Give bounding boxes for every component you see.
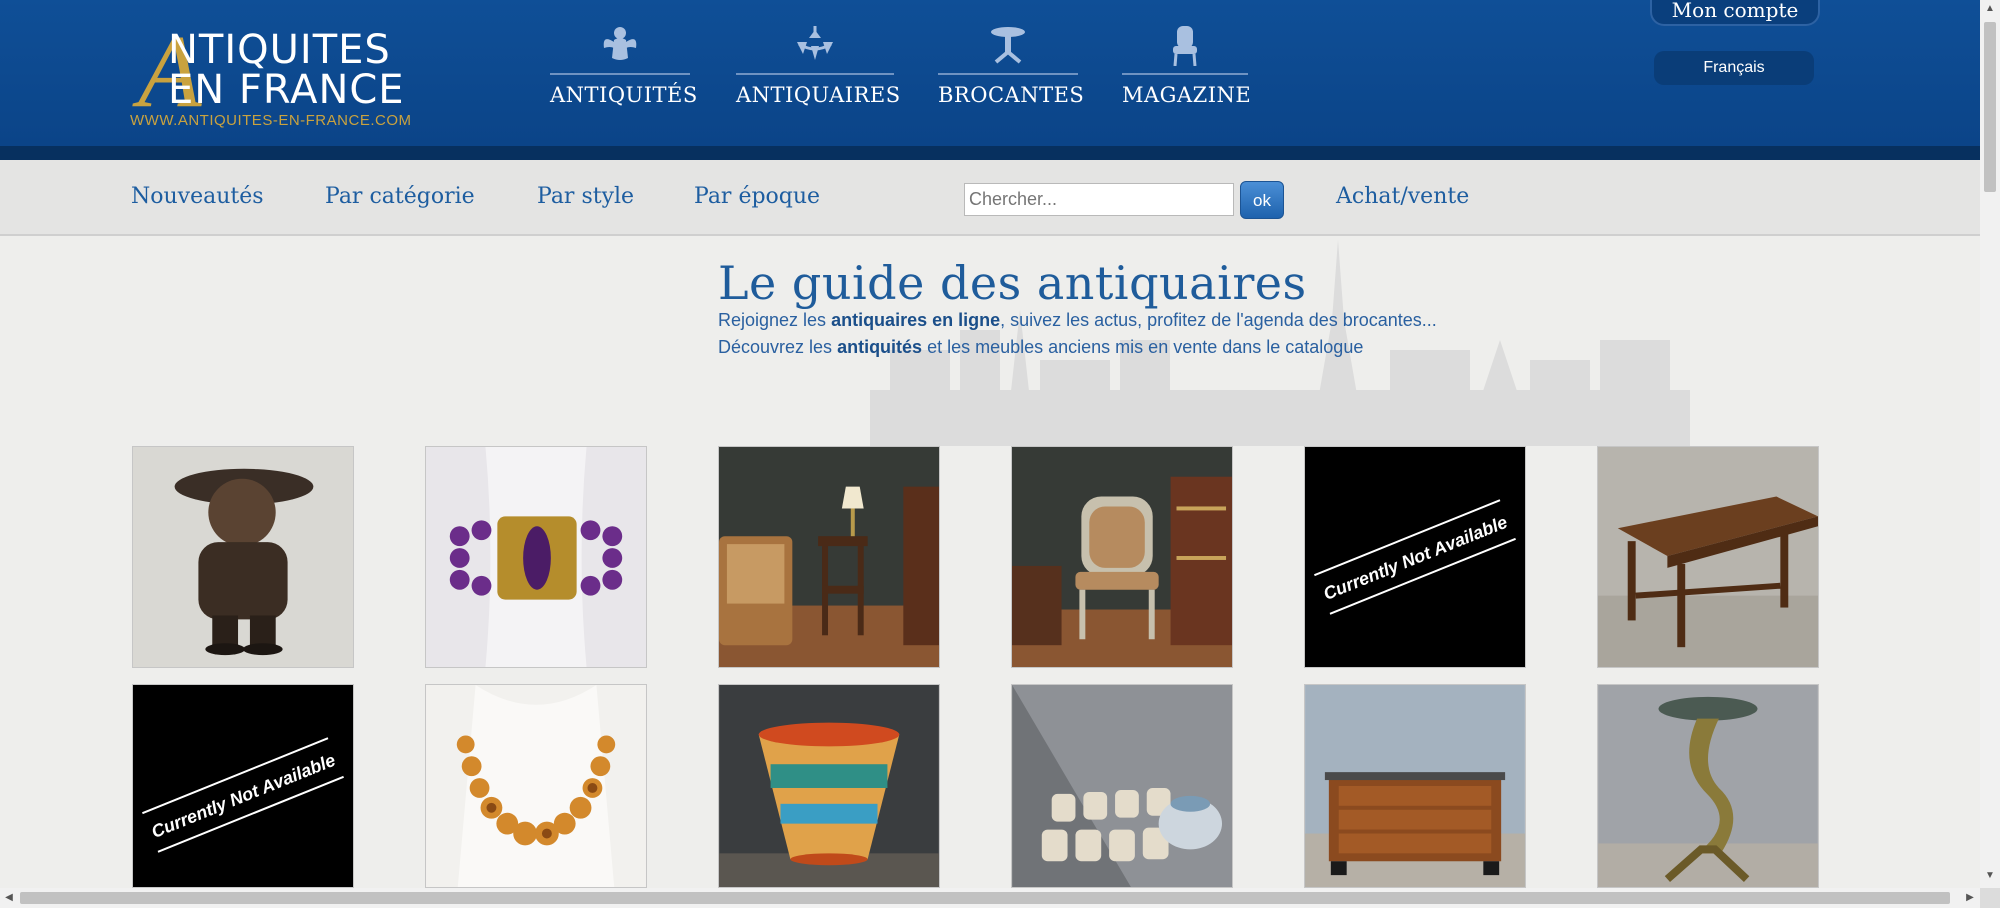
subnav-nouveautes[interactable]: Nouveautés: [131, 184, 264, 209]
product-thumbnail-ceramic-vase[interactable]: [718, 684, 940, 888]
site-logo[interactable]: A NTIQUITES EN FRANCE WWW.ANTIQUITES-EN-…: [130, 20, 440, 132]
figurine-photo: [133, 447, 353, 667]
product-thumbnail-side-table[interactable]: [718, 446, 940, 668]
hero-intro-line-1: Rejoignez les antiquaires en ligne, suiv…: [718, 310, 1437, 331]
not-available-placeholder: Currently Not Available: [1305, 447, 1525, 667]
main-nav-magazine[interactable]: MAGAZINE: [1122, 24, 1252, 110]
product-thumbnail-figurine[interactable]: [132, 446, 354, 668]
scrollbar-corner: [1980, 888, 2000, 908]
amber-necklace-photo: [426, 685, 646, 887]
scroll-right-arrow-icon[interactable]: ▶: [1964, 892, 1976, 904]
product-thumbnail-bracelet[interactable]: [425, 446, 647, 668]
scroll-up-arrow-icon[interactable]: ▲: [1984, 3, 1996, 15]
product-thumbnail-gilded-pedestal[interactable]: [1597, 684, 1819, 888]
subnav-par-categorie[interactable]: Par catégorie: [325, 184, 475, 209]
product-thumbnail-wood-table[interactable]: [1597, 446, 1819, 668]
search-submit-button[interactable]: ok: [1240, 181, 1284, 219]
horizontal-scrollbar[interactable]: ◀ ▶: [0, 888, 1980, 908]
side-table-photo: [719, 447, 939, 667]
account-label: Mon compte: [1671, 0, 1799, 22]
subnav-par-epoque[interactable]: Par époque: [694, 184, 820, 209]
horizontal-scroll-thumb[interactable]: [20, 892, 1950, 904]
subnav-achat-vente[interactable]: Achat/vente: [1336, 184, 1469, 209]
account-button[interactable]: Mon compte: [1650, 0, 1820, 26]
product-thumbnail-unavailable[interactable]: Currently Not Available: [1304, 446, 1526, 668]
chair-photo: [1012, 447, 1232, 667]
product-thumbnail-chair[interactable]: [1011, 446, 1233, 668]
logo-line-2: EN FRANCE: [168, 67, 405, 113]
product-thumbnail-amber-necklace[interactable]: [425, 684, 647, 888]
ceramic-vase-photo: [719, 685, 939, 887]
product-thumbnail-tea-set[interactable]: [1011, 684, 1233, 888]
secondary-navigation: Nouveautés Par catégorie Par style Par é…: [0, 160, 1980, 236]
logo-url: WWW.ANTIQUITES-EN-FRANCE.COM: [130, 112, 412, 129]
cherub-icon: [603, 27, 637, 60]
wood-table-photo: [1598, 447, 1818, 667]
gilded-pedestal-photo: [1598, 685, 1818, 887]
main-nav-label: ANTIQUITÉS: [550, 83, 698, 107]
vertical-scrollbar[interactable]: ▲ ▼: [1980, 0, 2000, 888]
hero-link-antiquaires[interactable]: antiquaires en ligne: [831, 310, 1000, 330]
armchair-icon: [1173, 26, 1197, 67]
main-nav-antiquites[interactable]: ANTIQUITÉS: [550, 24, 698, 110]
pedestal-table-icon: [991, 27, 1025, 64]
search-input[interactable]: [964, 183, 1234, 216]
scroll-left-arrow-icon[interactable]: ◀: [3, 892, 15, 904]
hero-intro-line-2: Découvrez les antiquités et les meubles …: [718, 337, 1363, 358]
header-divider: [0, 146, 1980, 160]
language-select[interactable]: Français: [1654, 51, 1814, 85]
page-title: Le guide des antiquaires: [718, 256, 1307, 310]
main-nav-label: MAGAZINE: [1122, 83, 1252, 107]
hero-text: Découvrez les: [718, 337, 838, 357]
product-thumbnail-unavailable[interactable]: Currently Not Available: [132, 684, 354, 888]
main-nav-brocantes[interactable]: BROCANTES: [938, 24, 1085, 110]
main-nav-antiquaires[interactable]: ANTIQUAIRES: [736, 24, 901, 110]
logo-line-1: NTIQUITES: [168, 27, 391, 73]
hero-link-antiquites[interactable]: antiquités: [837, 337, 922, 357]
hero-text: et les meubles anciens mis en vente dans…: [922, 337, 1364, 357]
bracelet-photo: [426, 447, 646, 667]
not-available-placeholder: Currently Not Available: [133, 685, 353, 887]
main-nav-label: ANTIQUAIRES: [736, 83, 901, 107]
subnav-par-style[interactable]: Par style: [537, 184, 634, 209]
scroll-down-arrow-icon[interactable]: ▼: [1984, 870, 1996, 882]
chest-of-drawers-photo: [1305, 685, 1525, 887]
hero-text: , suivez les actus, profitez de l'agenda…: [1000, 310, 1437, 330]
vertical-scroll-thumb[interactable]: [1984, 22, 1996, 192]
hero-text: Rejoignez les: [718, 310, 832, 330]
main-nav-label: BROCANTES: [938, 83, 1085, 107]
chandelier-icon: [797, 26, 833, 60]
product-thumbnail-chest-of-drawers[interactable]: [1304, 684, 1526, 888]
tea-set-photo: [1012, 685, 1232, 887]
